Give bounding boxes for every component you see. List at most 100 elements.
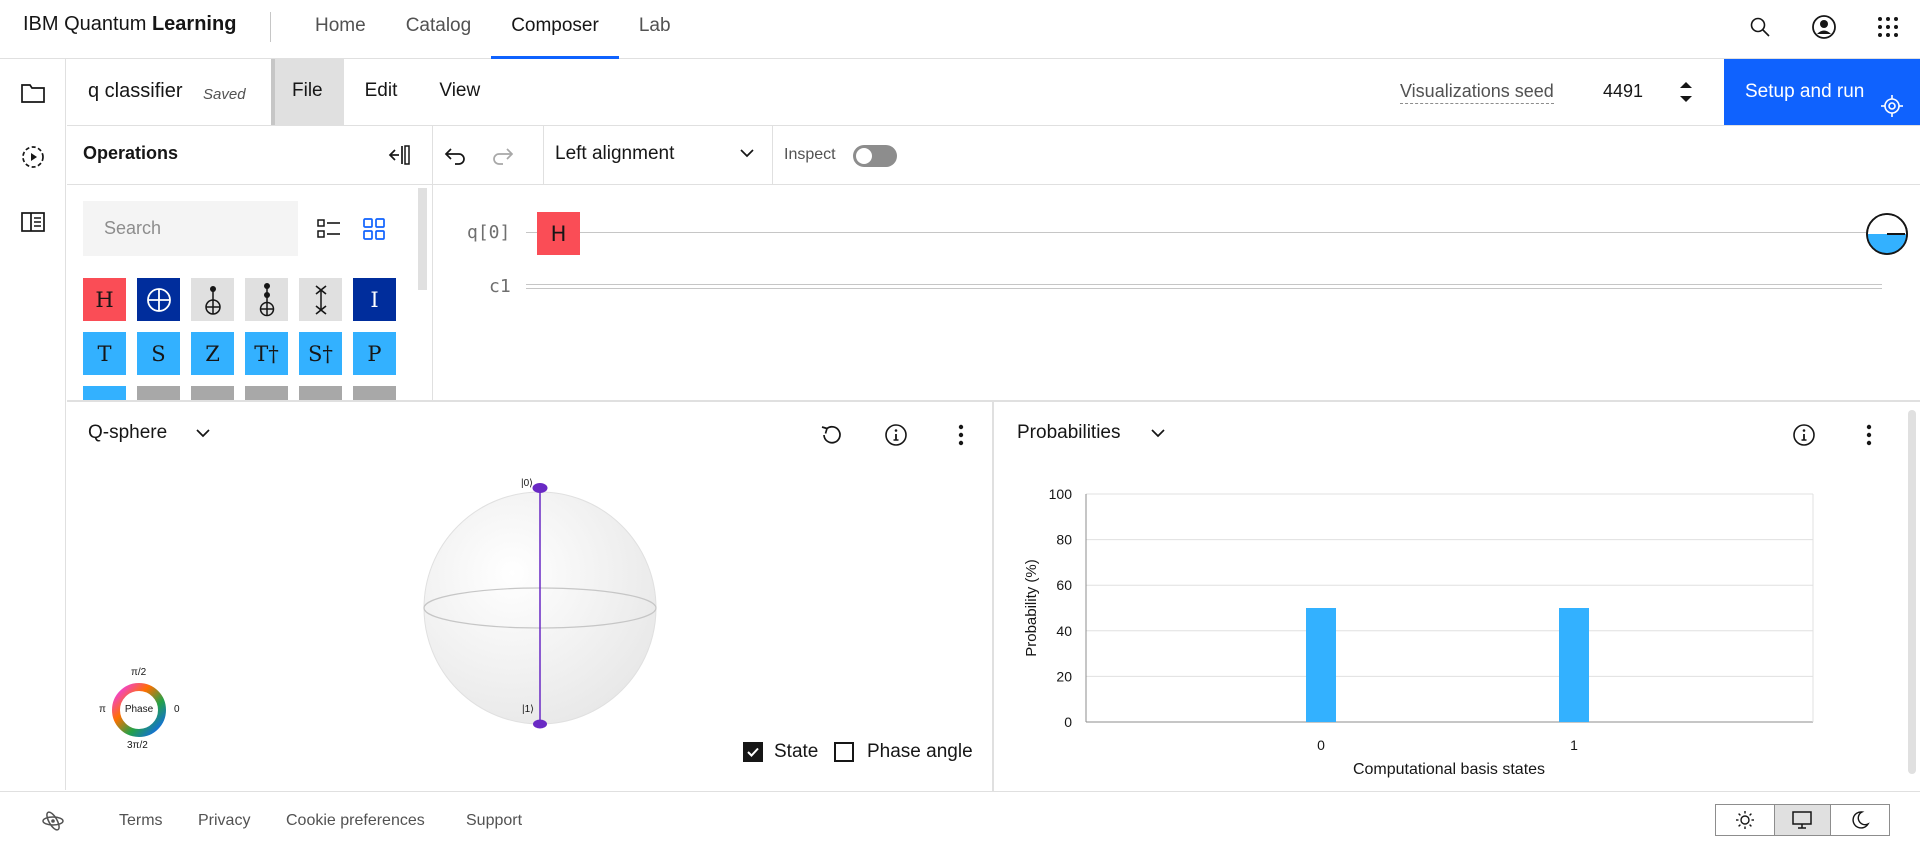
gate-t[interactable]: T <box>83 332 126 375</box>
footer: Terms Privacy Cookie preferences Support <box>0 791 1920 848</box>
operations-scrollbar[interactable] <box>418 188 427 290</box>
collapse-panel-icon[interactable] <box>385 142 411 168</box>
chevron-down-icon <box>196 429 210 438</box>
y-tick-label: 60 <box>1056 577 1072 593</box>
qsphere-dropdown[interactable]: Q-sphere <box>67 402 217 462</box>
inspect-label: Inspect <box>784 146 836 163</box>
overflow-menu-icon[interactable] <box>1853 419 1885 451</box>
gate-row3-5[interactable] <box>299 386 342 400</box>
qsphere-title: Q-sphere <box>88 422 168 443</box>
top-header: IBM Quantum Learning Home Catalog Compos… <box>0 0 1920 59</box>
y-tick-label: 40 <box>1056 623 1072 639</box>
dark-theme-icon[interactable] <box>1831 805 1889 835</box>
menu-view[interactable]: View <box>418 59 501 125</box>
search-icon[interactable] <box>1728 0 1792 54</box>
circuit-title[interactable]: q classifier <box>88 80 182 103</box>
ops-divider <box>67 184 432 185</box>
x-tick-label: 0 <box>1317 737 1325 753</box>
gate-cnot[interactable] <box>191 278 234 321</box>
header-divider <box>270 12 271 42</box>
phase-bottom-label: 3π/2 <box>127 740 148 751</box>
ket-1-label: |1⟩ <box>522 704 535 715</box>
gate-swap[interactable] <box>299 278 342 321</box>
setup-and-run-button[interactable]: Setup and run <box>1724 59 1920 125</box>
light-theme-icon[interactable] <box>1716 805 1774 835</box>
info-icon[interactable] <box>1788 419 1820 451</box>
top-nav: Home Catalog Composer Lab <box>295 0 691 59</box>
search-input[interactable] <box>83 201 298 256</box>
gate-not[interactable] <box>137 278 180 321</box>
gate-row3-6[interactable] <box>353 386 396 400</box>
seed-stepper[interactable] <box>1675 73 1697 111</box>
gate-h[interactable]: H <box>83 278 126 321</box>
gate-s[interactable]: S <box>137 332 180 375</box>
brand-logo[interactable]: IBM Quantum Learning <box>23 13 236 36</box>
probability-chart: 0 20 40 60 80 100 0 1 Computational basis states… <box>1023 486 1814 778</box>
y-tick-label: 20 <box>1056 668 1072 684</box>
gate-toffoli[interactable] <box>245 278 288 321</box>
visualizations-seed-label[interactable]: Visualizations seed <box>1400 81 1554 104</box>
theme-switcher <box>1715 804 1890 836</box>
app-switcher-icon[interactable] <box>1856 0 1920 54</box>
menu-edit[interactable]: Edit <box>344 59 419 125</box>
nav-lab[interactable]: Lab <box>619 0 691 59</box>
info-icon[interactable] <box>880 419 912 451</box>
reset-view-icon[interactable] <box>815 419 847 451</box>
system-theme-icon[interactable] <box>1773 805 1832 835</box>
docs-panel-icon[interactable] <box>0 197 66 247</box>
list-view-icon[interactable] <box>309 210 349 248</box>
gate-tdg[interactable]: T† <box>245 332 288 375</box>
overflow-menu-icon[interactable] <box>945 419 977 451</box>
nav-home[interactable]: Home <box>295 0 386 59</box>
user-avatar-icon[interactable] <box>1792 0 1856 54</box>
phase-angle-checkbox[interactable] <box>834 742 854 762</box>
seed-value[interactable]: 4491 <box>1603 81 1643 102</box>
gate-z[interactable]: Z <box>191 332 234 375</box>
phase-right-label: 0 <box>174 704 180 715</box>
panel-scrollbar[interactable] <box>1908 410 1916 774</box>
qubit-state-indicator-icon[interactable] <box>1865 212 1909 256</box>
classical-label: c1 <box>489 276 511 297</box>
alignment-dropdown[interactable]: Left alignment <box>543 126 773 184</box>
quantum-logo-icon[interactable] <box>41 810 65 832</box>
y-tick-label: 80 <box>1056 532 1072 548</box>
qubit-wire <box>526 232 1866 233</box>
swap-icon <box>315 284 326 315</box>
probabilities-dropdown[interactable]: Probabilities <box>996 402 1166 462</box>
circuit-area: Left alignment Inspect q[0] c1 <box>433 126 1920 400</box>
footer-cookie-link[interactable]: Cookie preferences <box>286 812 425 830</box>
grid-view-icon[interactable] <box>354 210 394 248</box>
classical-wire <box>526 284 1882 289</box>
circuit-h-gate[interactable]: H <box>537 212 580 255</box>
footer-support-link[interactable]: Support <box>466 812 522 830</box>
ket-0-label: |0⟩ <box>521 478 534 489</box>
y-tick-label: 0 <box>1064 714 1072 730</box>
menu-file[interactable]: File <box>271 59 344 125</box>
gate-row3-3[interactable] <box>191 386 234 400</box>
gate-row3-1[interactable] <box>83 386 126 400</box>
nav-catalog[interactable]: Catalog <box>386 0 492 59</box>
cnot-icon <box>204 285 221 315</box>
inspect-toggle[interactable] <box>853 145 897 167</box>
x-axis-label: Computational basis states <box>1353 761 1545 778</box>
undo-icon[interactable] <box>433 136 477 176</box>
history-icon[interactable] <box>0 132 66 182</box>
redo-icon[interactable] <box>481 136 525 176</box>
footer-privacy-link[interactable]: Privacy <box>198 812 250 830</box>
setup-and-run-label: Setup and run <box>1745 81 1865 102</box>
phase-left-label: π <box>99 704 106 715</box>
qsphere-panel: Q-sphere |0⟩ |1⟩ Phase π/2 π 0 3π/2 Stat… <box>67 402 994 791</box>
nav-composer[interactable]: Composer <box>491 0 619 59</box>
gate-row3-4[interactable] <box>245 386 288 400</box>
gate-i[interactable]: I <box>353 278 396 321</box>
checkmark-icon <box>747 747 759 757</box>
qubit-label: q[0] <box>467 222 511 243</box>
folder-icon[interactable] <box>0 68 66 118</box>
qsphere-visualization[interactable] <box>410 470 670 730</box>
state-checkbox[interactable] <box>743 742 763 762</box>
gate-row3-2[interactable] <box>137 386 180 400</box>
composer-toolbar: q classifier Saved File Edit View Visual… <box>67 59 1920 126</box>
footer-terms-link[interactable]: Terms <box>119 812 163 830</box>
gate-sdg[interactable]: S† <box>299 332 342 375</box>
gate-p[interactable]: P <box>353 332 396 375</box>
